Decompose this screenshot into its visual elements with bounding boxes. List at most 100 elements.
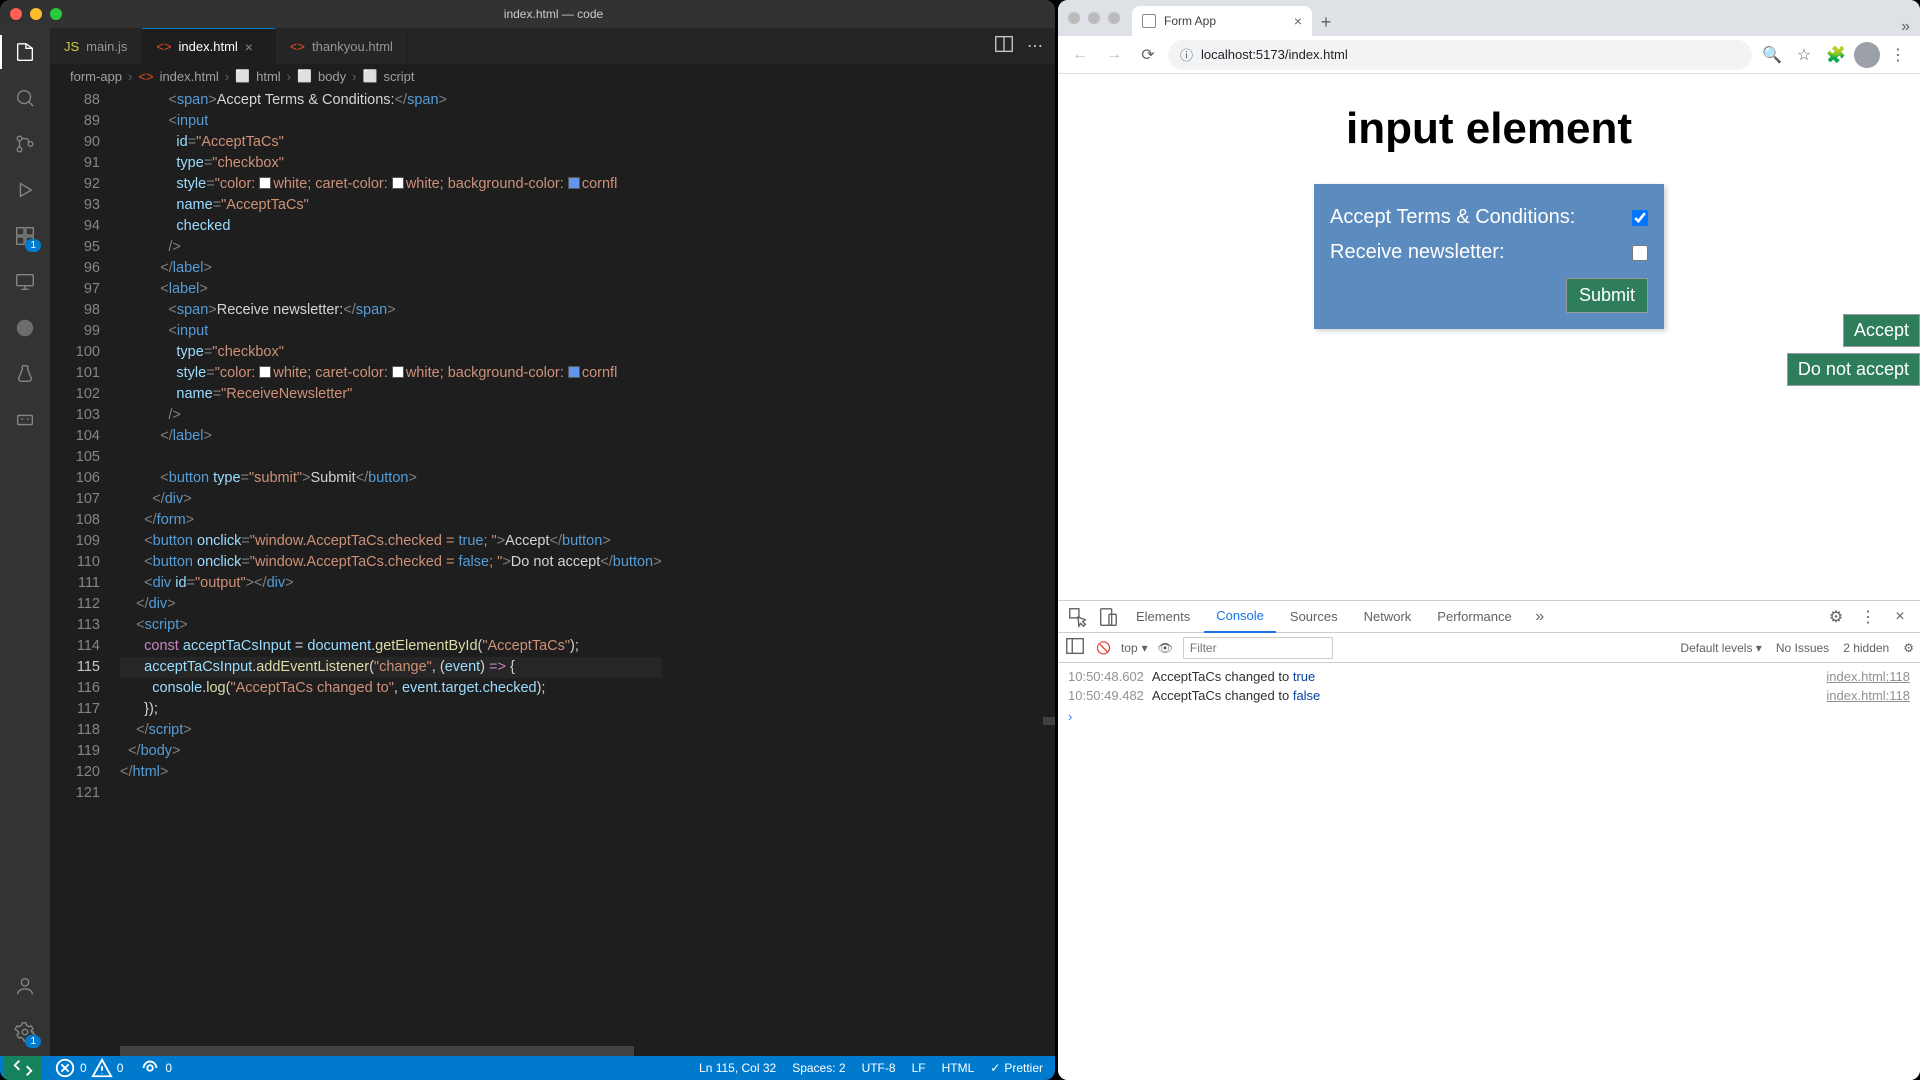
log-levels[interactable]: Default levels ▾ bbox=[1680, 641, 1761, 655]
issues-indicator[interactable]: No Issues bbox=[1776, 641, 1829, 655]
accept-button[interactable]: Accept bbox=[1843, 314, 1920, 347]
html-file-icon: <> bbox=[138, 69, 153, 84]
forward-button[interactable]: → bbox=[1100, 41, 1128, 69]
breadcrumbs[interactable]: form-app› <>index.html› ⬜html› ⬜body› ⬜s… bbox=[50, 64, 1055, 88]
tab-index-html[interactable]: <> index.html × bbox=[142, 28, 275, 64]
encoding[interactable]: UTF-8 bbox=[854, 1061, 904, 1075]
address-bar[interactable]: ⓘ localhost:5173/index.html bbox=[1168, 40, 1752, 70]
run-debug-icon[interactable] bbox=[11, 176, 39, 204]
minimap[interactable] bbox=[1043, 88, 1055, 1056]
close-tab-icon[interactable]: × bbox=[1294, 13, 1302, 29]
tab-main-js[interactable]: JSmain.js bbox=[50, 28, 142, 64]
settings-gear-icon[interactable]: 1 bbox=[11, 1018, 39, 1046]
profile-avatar[interactable] bbox=[1854, 42, 1880, 68]
accept-tc-label: Accept Terms & Conditions: bbox=[1330, 206, 1575, 229]
devtools-close-icon[interactable]: × bbox=[1886, 603, 1914, 631]
extensions-icon[interactable]: 1 bbox=[11, 222, 39, 250]
execution-context[interactable]: top ▾ bbox=[1121, 641, 1148, 655]
maximize-window-icon[interactable] bbox=[1108, 12, 1120, 24]
close-window-icon[interactable] bbox=[10, 8, 22, 20]
prettier-status[interactable]: ✓ Prettier bbox=[982, 1061, 1051, 1075]
tab-thankyou-html[interactable]: <>thankyou.html bbox=[276, 28, 408, 64]
window-title: index.html — code bbox=[62, 7, 1045, 21]
submit-button[interactable]: Submit bbox=[1566, 278, 1648, 313]
performance-tab[interactable]: Performance bbox=[1425, 601, 1523, 633]
console-log-row: 10:50:48.602 AcceptTaCs changed to true … bbox=[1058, 667, 1920, 686]
more-actions-icon[interactable]: ⋯ bbox=[1027, 36, 1043, 56]
extensions-icon[interactable]: 🧩 bbox=[1822, 41, 1850, 69]
ports-icon[interactable] bbox=[11, 406, 39, 434]
vscode-titlebar: index.html — code bbox=[0, 0, 1055, 28]
log-timestamp: 10:50:48.602 bbox=[1068, 669, 1144, 684]
newsletter-checkbox[interactable] bbox=[1632, 245, 1648, 261]
expand-tabs-icon[interactable]: » bbox=[1901, 18, 1920, 36]
close-window-icon[interactable] bbox=[1068, 12, 1080, 24]
bookmark-icon[interactable]: ☆ bbox=[1790, 41, 1818, 69]
breadcrumb-item[interactable]: form-app bbox=[70, 69, 122, 84]
live-expression-icon[interactable]: 👁 bbox=[1158, 641, 1173, 655]
site-info-icon[interactable]: ⓘ bbox=[1180, 45, 1193, 64]
sources-tab[interactable]: Sources bbox=[1278, 601, 1350, 633]
remote-explorer-icon[interactable] bbox=[11, 268, 39, 296]
cursor-position[interactable]: Ln 115, Col 32 bbox=[691, 1061, 784, 1075]
testing-icon[interactable] bbox=[11, 360, 39, 388]
eol[interactable]: LF bbox=[904, 1061, 934, 1075]
browser-tab[interactable]: Form App × bbox=[1132, 6, 1312, 36]
code-content[interactable]: <span>Accept Terms & Conditions:</span> … bbox=[120, 88, 662, 1056]
split-editor-icon[interactable] bbox=[993, 33, 1015, 60]
language-mode[interactable]: HTML bbox=[934, 1061, 983, 1075]
device-toolbar-icon[interactable] bbox=[1094, 603, 1122, 631]
maximize-window-icon[interactable] bbox=[50, 8, 62, 20]
activity-bar: 1 1 bbox=[0, 28, 50, 1056]
indentation[interactable]: Spaces: 2 bbox=[784, 1061, 853, 1075]
chrome-menu-icon[interactable]: ⋮ bbox=[1884, 41, 1912, 69]
devtools-settings-icon[interactable]: ⚙ bbox=[1822, 603, 1850, 631]
do-not-accept-button[interactable]: Do not accept bbox=[1787, 353, 1920, 386]
console-filter-input[interactable] bbox=[1183, 637, 1333, 659]
clear-console-icon[interactable]: 🚫 bbox=[1096, 641, 1111, 655]
problems-indicator[interactable]: 0 0 bbox=[46, 1057, 131, 1079]
ports-indicator[interactable]: 0 bbox=[131, 1057, 180, 1079]
more-tabs-icon[interactable]: » bbox=[1526, 603, 1554, 631]
console-sidebar-icon[interactable] bbox=[1064, 635, 1086, 660]
minimize-window-icon[interactable] bbox=[30, 8, 42, 20]
code-editor[interactable]: 8889909192939495969798991001011021031041… bbox=[50, 88, 1055, 1056]
close-tab-icon[interactable]: × bbox=[245, 39, 261, 55]
favicon-icon bbox=[1142, 14, 1156, 28]
minimize-window-icon[interactable] bbox=[1088, 12, 1100, 24]
settings-badge: 1 bbox=[25, 1035, 41, 1048]
horizontal-scrollbar[interactable] bbox=[120, 1046, 1055, 1056]
log-source-link[interactable]: index.html:118 bbox=[1826, 669, 1910, 684]
remote-indicator[interactable] bbox=[4, 1056, 42, 1080]
back-button[interactable]: ← bbox=[1066, 41, 1094, 69]
copilot-icon[interactable] bbox=[11, 314, 39, 342]
network-tab[interactable]: Network bbox=[1352, 601, 1424, 633]
html-file-icon: <> bbox=[156, 39, 171, 54]
devtools-menu-icon[interactable]: ⋮ bbox=[1854, 603, 1882, 631]
console-toolbar: 🚫 top ▾ 👁 Default levels ▾ No Issues 2 h… bbox=[1058, 633, 1920, 663]
search-icon[interactable] bbox=[11, 84, 39, 112]
inspect-element-icon[interactable] bbox=[1064, 603, 1092, 631]
source-control-icon[interactable] bbox=[11, 130, 39, 158]
breadcrumb-item[interactable]: index.html bbox=[160, 69, 219, 84]
accounts-icon[interactable] bbox=[11, 972, 39, 1000]
hidden-count[interactable]: 2 hidden bbox=[1843, 641, 1889, 655]
vscode-window: index.html — code 1 1 JSmain.js bbox=[0, 0, 1055, 1080]
console-prompt[interactable]: › bbox=[1058, 705, 1920, 728]
console-settings-icon[interactable]: ⚙ bbox=[1903, 641, 1914, 655]
explorer-icon[interactable] bbox=[11, 38, 39, 66]
tab-label: index.html bbox=[179, 39, 238, 54]
new-tab-button[interactable]: + bbox=[1312, 8, 1340, 36]
console-output[interactable]: 10:50:48.602 AcceptTaCs changed to true … bbox=[1058, 663, 1920, 1080]
zoom-icon[interactable]: 🔍 bbox=[1758, 41, 1786, 69]
breadcrumb-item[interactable]: body bbox=[318, 69, 346, 84]
tab-label: main.js bbox=[86, 39, 127, 54]
accept-tc-checkbox[interactable] bbox=[1632, 210, 1648, 226]
console-tab[interactable]: Console bbox=[1204, 601, 1276, 633]
browser-toolbar: ← → ⟳ ⓘ localhost:5173/index.html 🔍 ☆ 🧩 … bbox=[1058, 36, 1920, 74]
breadcrumb-item[interactable]: html bbox=[256, 69, 281, 84]
reload-button[interactable]: ⟳ bbox=[1134, 41, 1162, 69]
log-source-link[interactable]: index.html:118 bbox=[1826, 688, 1910, 703]
elements-tab[interactable]: Elements bbox=[1124, 601, 1202, 633]
breadcrumb-item[interactable]: script bbox=[383, 69, 414, 84]
